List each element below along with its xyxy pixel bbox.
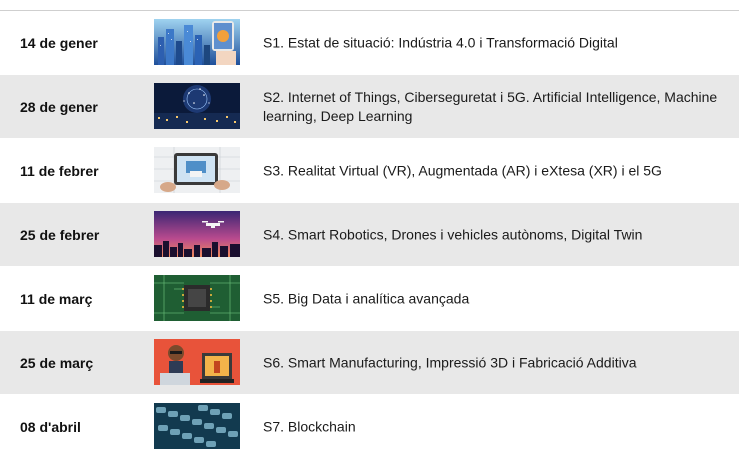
session-date: 14 de gener (20, 34, 98, 51)
city-skyline-tablet-image (154, 19, 240, 65)
blockchain-chain-image (154, 403, 240, 449)
session-title: S1. Estat de situació: Indústria 4.0 i T… (263, 34, 618, 50)
session-row: 14 de gener S1. Estat de situació: Indús… (0, 11, 739, 75)
session-row: 28 de gener S2. Internet of Things, Cibe… (0, 75, 739, 139)
session-title: S4. Smart Robotics, Drones i vehicles au… (263, 226, 643, 242)
sessions-table: 14 de gener S1. Estat de situació: Indús… (0, 10, 739, 459)
session-title: S7. Blockchain (263, 418, 356, 434)
network-globe-image (154, 83, 240, 129)
tablet-augmented-reality-image (154, 147, 240, 193)
session-date: 25 de març (20, 354, 94, 371)
session-row: 25 de març S6. Smart Manufacturing, Impr… (0, 331, 739, 395)
session-date: 25 de febrer (20, 226, 100, 243)
session-row: 08 d'abril S7. Blockchain (0, 395, 739, 459)
session-row: 25 de febrer S4. Smart Robotics, Drones … (0, 203, 739, 267)
session-title: S2. Internet of Things, Ciberseguretat i… (263, 88, 718, 124)
session-row: 11 de febrer S3. Realitat Virtual (VR), … (0, 139, 739, 203)
session-date: 11 de març (20, 290, 93, 307)
session-date: 08 d'abril (20, 418, 81, 435)
session-date: 11 de febrer (20, 162, 99, 179)
drone-sunset-image (154, 211, 240, 257)
session-title: S3. Realitat Virtual (VR), Augmentada (A… (263, 162, 662, 178)
session-row: 11 de març S5. Big Data i analítica avan… (0, 267, 739, 331)
3d-printer-image (154, 339, 240, 385)
session-title: S5. Big Data i analítica avançada (263, 290, 470, 306)
circuit-chip-image (154, 275, 240, 321)
session-title: S6. Smart Manufacturing, Impressió 3D i … (263, 354, 637, 370)
session-date: 28 de gener (20, 98, 98, 115)
